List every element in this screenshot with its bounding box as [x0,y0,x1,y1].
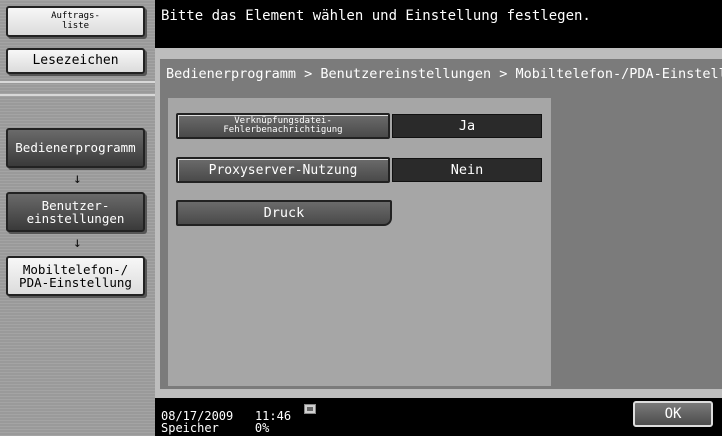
sidebar: Auftrags- liste Lesezeichen Bedienerprog… [0,0,155,436]
message-bar: Bitte das Element wählen und Einstellung… [155,0,722,48]
proxy-server-usage-value: Nein [392,158,542,182]
down-arrow-icon: ↓ [73,235,82,251]
ok-button[interactable]: OK [633,401,713,427]
breadcrumb-item-benutzereinstellungen[interactable]: Benutzer- einstellungen [6,192,145,232]
link-file-error-notification-button[interactable]: Verknüpfungsdatei- Fehlerbenachrichtigun… [176,113,390,139]
link-file-error-notification-value: Ja [392,114,542,138]
status-text: 08/17/2009 11:46 Speicher 0% [161,410,291,434]
print-button[interactable]: Druck [176,200,392,226]
sidebar-divider [0,94,155,96]
job-list-button[interactable]: Auftrags- liste [6,6,145,37]
down-arrow-icon: ↓ [73,171,82,187]
settings-panel [168,98,551,386]
memory-icon [304,404,316,414]
sidebar-divider [0,81,155,83]
breadcrumb: Bedienerprogramm > Benutzereinstellungen… [166,66,722,82]
breadcrumb-item-bedienerprogramm[interactable]: Bedienerprogramm [6,128,145,168]
instruction-text: Bitte das Element wählen und Einstellung… [161,8,591,24]
memory-label: Speicher [161,421,219,435]
status-bar: 08/17/2009 11:46 Speicher 0% OK [155,398,722,436]
breadcrumb-item-mobiltelefon-pda[interactable]: Mobiltelefon-/ PDA-Einstellung [6,256,145,296]
proxy-server-usage-button[interactable]: Proxyserver-Nutzung [176,157,390,183]
memory-value: 0% [254,421,270,435]
bookmark-button[interactable]: Lesezeichen [6,48,145,74]
